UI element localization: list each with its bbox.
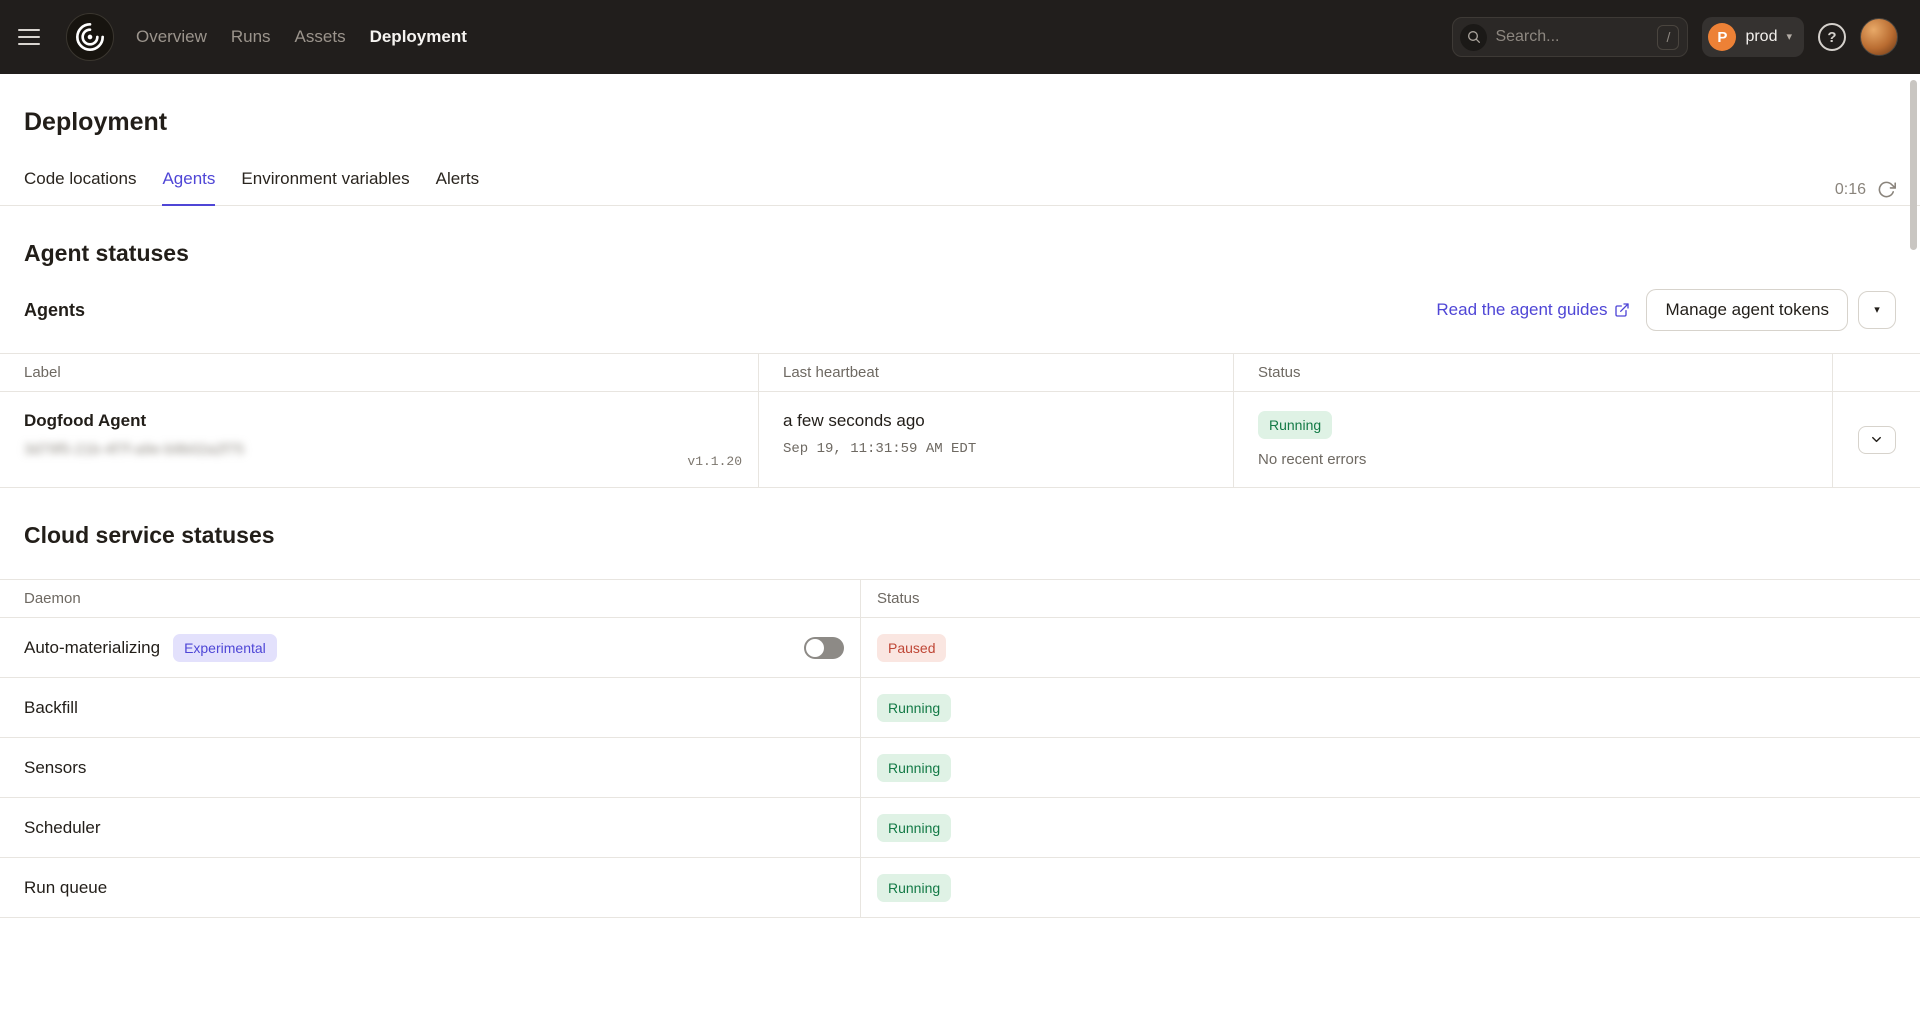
agent-statuses-heading: Agent statuses — [24, 240, 1896, 267]
agent-expand-button[interactable] — [1858, 426, 1896, 454]
refresh-cluster: 0:16 — [1835, 180, 1896, 205]
daemon-name: Run queue — [24, 878, 107, 898]
page-title: Deployment — [24, 108, 1896, 137]
chevron-down-icon: ▾ — [1786, 32, 1792, 43]
agent-id-redacted: 3d79f5-21b-4f7f-a9e-b9b02a2f75 — [24, 441, 354, 458]
tab-environment-variables[interactable]: Environment variables — [241, 169, 409, 206]
user-avatar[interactable] — [1860, 18, 1898, 56]
status-badge: Running — [877, 874, 951, 902]
table-row-status: Paused — [861, 618, 1920, 678]
nav-item-runs[interactable]: Runs — [231, 27, 271, 47]
search-icon — [1460, 24, 1487, 51]
status-badge: Running — [877, 814, 951, 842]
daemon-name: Backfill — [24, 698, 78, 718]
table-row-status: Running — [861, 858, 1920, 918]
cloud-service-statuses-heading: Cloud service statuses — [24, 522, 1896, 549]
agent-name: Dogfood Agent — [24, 411, 734, 431]
agent-status-cell: Running No recent errors — [1234, 392, 1833, 487]
primary-nav: Overview Runs Assets Deployment — [136, 27, 467, 47]
agent-version: v1.1.20 — [687, 454, 742, 469]
daemon-name: Sensors — [24, 758, 86, 778]
deployment-tabs: Code locations Agents Environment variab… — [0, 169, 1920, 206]
auto-materializing-toggle[interactable] — [804, 637, 844, 659]
table-row-status: Running — [861, 738, 1920, 798]
external-link-icon — [1614, 302, 1630, 318]
deployment-page: Deployment Code locations Agents Environ… — [0, 108, 1920, 918]
agent-status-note: No recent errors — [1258, 451, 1808, 468]
tab-alerts[interactable]: Alerts — [436, 169, 479, 206]
agent-status-badge: Running — [1258, 411, 1332, 439]
agent-actions-cell — [1833, 392, 1920, 487]
refresh-timer: 0:16 — [1835, 181, 1866, 199]
nav-item-overview[interactable]: Overview — [136, 27, 207, 47]
chevron-down-icon: ▾ — [1874, 305, 1880, 316]
status-badge: Running — [877, 694, 951, 722]
tab-code-locations[interactable]: Code locations — [24, 169, 136, 206]
table-row-daemon: Run queue — [0, 858, 861, 918]
cloud-col-status: Status — [861, 580, 1920, 618]
hamburger-menu-icon[interactable] — [18, 20, 52, 54]
tab-agents[interactable]: Agents — [162, 169, 215, 206]
daemon-name: Auto-materializing — [24, 638, 160, 658]
cloud-services-table: Daemon Status Auto-materializing Experim… — [0, 579, 1920, 918]
table-row-status: Running — [861, 678, 1920, 738]
refresh-icon[interactable] — [1877, 180, 1896, 199]
topbar-right-cluster: / P prod ▾ ? — [1452, 17, 1898, 57]
search-box[interactable]: / — [1452, 17, 1688, 57]
experimental-badge: Experimental — [173, 634, 277, 662]
heartbeat-relative: a few seconds ago — [783, 411, 1209, 431]
agents-actions: Read the agent guides Manage agent token… — [1436, 289, 1896, 331]
agents-subheading: Agents — [24, 300, 85, 321]
agents-table: Label Last heartbeat Status Dogfood Agen… — [0, 353, 1920, 488]
chevron-down-icon — [1869, 432, 1884, 447]
table-row-daemon: Backfill — [0, 678, 861, 738]
table-row-daemon: Scheduler — [0, 798, 861, 858]
agents-col-status: Status — [1234, 354, 1833, 392]
table-row-status: Running — [861, 798, 1920, 858]
agent-heartbeat-cell: a few seconds ago Sep 19, 11:31:59 AM ED… — [759, 392, 1234, 487]
heartbeat-timestamp: Sep 19, 11:31:59 AM EDT — [783, 441, 1209, 457]
deployment-name: prod — [1745, 28, 1777, 46]
dagster-logo[interactable] — [66, 13, 114, 61]
top-nav-bar: Overview Runs Assets Deployment / P prod… — [0, 0, 1920, 74]
search-shortcut-hint: / — [1657, 25, 1679, 50]
table-row-daemon: Auto-materializing Experimental — [0, 618, 861, 678]
deployment-initial-badge: P — [1708, 23, 1736, 51]
nav-item-deployment[interactable]: Deployment — [370, 27, 467, 47]
status-badge: Paused — [877, 634, 946, 662]
agents-col-actions — [1833, 354, 1920, 392]
table-row-daemon: Sensors — [0, 738, 861, 798]
scrollbar[interactable] — [1910, 80, 1917, 250]
help-icon[interactable]: ? — [1818, 23, 1846, 51]
nav-item-assets[interactable]: Assets — [295, 27, 346, 47]
daemon-name: Scheduler — [24, 818, 101, 838]
deployment-switcher[interactable]: P prod ▾ — [1702, 17, 1804, 57]
agents-toolbar: Agents Read the agent guides Manage agen… — [24, 289, 1896, 331]
cloud-col-daemon: Daemon — [0, 580, 861, 618]
agent-label-cell: Dogfood Agent 3d79f5-21b-4f7f-a9e-b9b02a… — [0, 392, 759, 487]
agent-guides-link-label: Read the agent guides — [1436, 300, 1607, 320]
agents-col-label: Label — [0, 354, 759, 392]
agents-col-heartbeat: Last heartbeat — [759, 354, 1234, 392]
manage-agent-tokens-button[interactable]: Manage agent tokens — [1646, 289, 1848, 331]
status-badge: Running — [877, 754, 951, 782]
agent-guides-link[interactable]: Read the agent guides — [1436, 300, 1630, 320]
search-input[interactable] — [1495, 28, 1649, 46]
agent-tokens-dropdown-button[interactable]: ▾ — [1858, 291, 1896, 329]
